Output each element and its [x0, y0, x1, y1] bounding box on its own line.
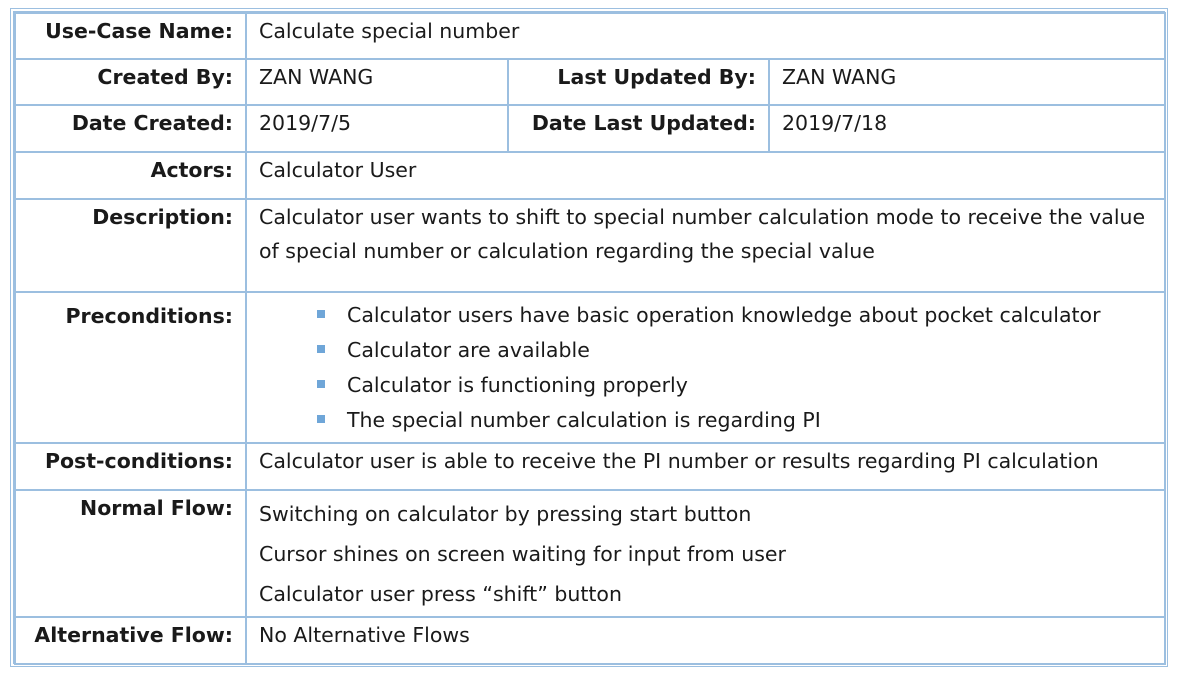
- row-preconditions: Preconditions: Calculator users have bas…: [14, 291, 1167, 444]
- date-created-label: Date Created:: [14, 104, 247, 153]
- alternative-flow-value: No Alternative Flows: [244, 616, 1167, 665]
- preconditions-list: Calculator users have basic operation kn…: [259, 298, 1152, 438]
- list-item: Calculator is functioning properly: [317, 368, 1152, 403]
- use-case-name-label: Use-Case Name:: [14, 12, 247, 60]
- list-item: The special number calculation is regard…: [317, 403, 1152, 438]
- row-normal-flow: Normal Flow: Switching on calculator by …: [14, 489, 1167, 618]
- square-bullet-icon: [317, 345, 325, 353]
- postconditions-value: Calculator user is able to receive the P…: [244, 442, 1167, 491]
- last-updated-by-value: ZAN WANG: [767, 58, 1167, 106]
- row-actors: Actors: Calculator User: [14, 151, 1167, 200]
- list-item: Calculator users have basic operation kn…: [317, 298, 1152, 333]
- normal-flow-step: Switching on calculator by pressing star…: [259, 502, 752, 526]
- normal-flow-label: Normal Flow:: [14, 489, 247, 618]
- square-bullet-icon: [317, 415, 325, 423]
- actors-value: Calculator User: [244, 151, 1167, 200]
- list-item: Calculator are available: [317, 333, 1152, 368]
- date-last-updated-value: 2019/7/18: [767, 104, 1167, 153]
- created-by-label: Created By:: [14, 58, 247, 106]
- row-postconditions: Post-conditions: Calculator user is able…: [14, 442, 1167, 491]
- square-bullet-icon: [317, 310, 325, 318]
- use-case-table: Use-Case Name: Calculate special number …: [14, 12, 1167, 665]
- date-created-value: 2019/7/5: [245, 104, 509, 153]
- normal-flow-cell: Switching on calculator by pressing star…: [244, 489, 1167, 618]
- row-description: Description: Calculator user wants to sh…: [14, 198, 1167, 293]
- postconditions-label: Post-conditions:: [14, 442, 247, 491]
- precondition-text: Calculator are available: [347, 338, 590, 362]
- description-value: Calculator user wants to shift to specia…: [244, 198, 1167, 293]
- row-dates: Date Created: 2019/7/5 Date Last Updated…: [14, 104, 1167, 153]
- alternative-flow-label: Alternative Flow:: [14, 616, 247, 665]
- precondition-text: Calculator users have basic operation kn…: [347, 303, 1101, 327]
- use-case-name-value: Calculate special number: [244, 12, 1167, 60]
- date-last-updated-label: Date Last Updated:: [507, 104, 770, 153]
- actors-label: Actors:: [14, 151, 247, 200]
- precondition-text: Calculator is functioning properly: [347, 373, 688, 397]
- row-created-by: Created By: ZAN WANG Last Updated By: ZA…: [14, 58, 1167, 106]
- preconditions-cell: Calculator users have basic operation kn…: [244, 291, 1167, 444]
- last-updated-by-label: Last Updated By:: [507, 58, 770, 106]
- normal-flow-step: Cursor shines on screen waiting for inpu…: [259, 542, 786, 566]
- square-bullet-icon: [317, 380, 325, 388]
- preconditions-label: Preconditions:: [14, 291, 247, 444]
- row-alternative-flow: Alternative Flow: No Alternative Flows: [14, 616, 1167, 665]
- normal-flow-step: Calculator user press “shift” button: [259, 582, 622, 606]
- created-by-value: ZAN WANG: [245, 58, 509, 106]
- precondition-text: The special number calculation is regard…: [347, 408, 821, 432]
- row-use-case-name: Use-Case Name: Calculate special number: [14, 12, 1167, 60]
- description-label: Description:: [14, 198, 247, 293]
